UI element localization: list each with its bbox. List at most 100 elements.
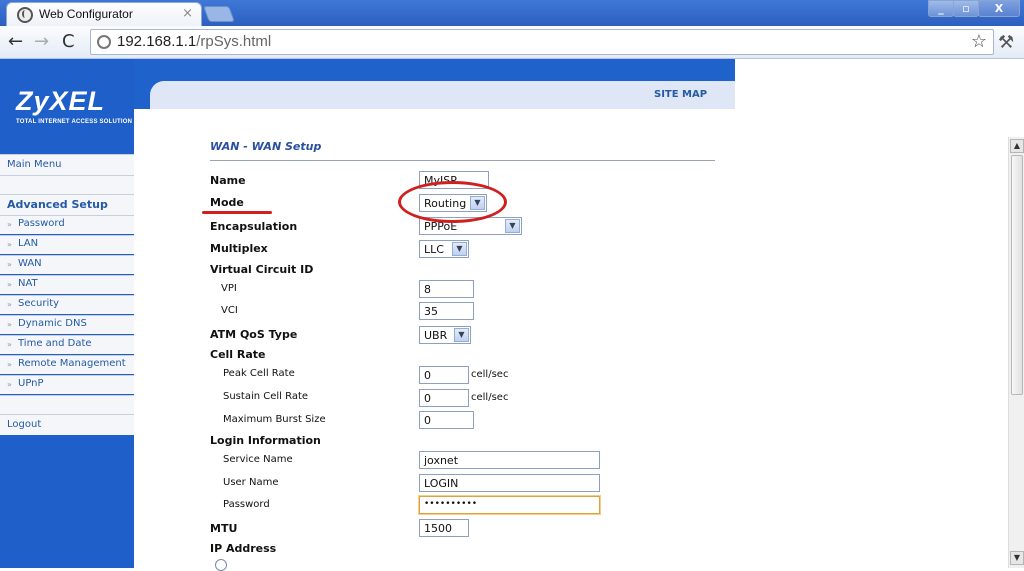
page-scrollbar[interactable]: ▲ ▼ <box>1008 137 1024 568</box>
annotation-underline <box>202 211 272 214</box>
sidebar-item-upnp[interactable]: » UPnP <box>0 375 134 394</box>
minimize-button[interactable]: _ <box>928 0 954 17</box>
reload-icon[interactable]: C <box>62 31 75 52</box>
mtu-label: MTU <box>210 522 238 535</box>
maximize-button[interactable]: ▫ <box>953 0 979 17</box>
wrench-icon[interactable]: ⚒ <box>998 32 1014 53</box>
sidebar-item-label: LAN <box>18 238 39 249</box>
password-field[interactable]: •••••••••• <box>419 496 600 514</box>
globe-icon <box>17 7 33 23</box>
peak-cell-rate-field[interactable]: 0 <box>419 366 469 384</box>
bullet-icon: » <box>7 340 12 349</box>
vpi-field[interactable]: 8 <box>419 280 474 298</box>
multiplex-value: LLC <box>424 243 444 256</box>
scroll-up-icon[interactable]: ▲ <box>1010 139 1024 153</box>
multiplex-select[interactable]: LLC ▼ <box>419 240 469 258</box>
header-inner <box>150 81 735 109</box>
sidebar-item-nat[interactable]: » NAT <box>0 275 134 294</box>
sustain-cell-rate-label: Sustain Cell Rate <box>223 391 309 402</box>
sidebar-item-remote-management[interactable]: » Remote Management <box>0 355 134 374</box>
atm-qos-value: UBR <box>424 329 448 342</box>
section-divider <box>210 160 715 161</box>
sidebar-item-time-and-date[interactable]: » Time and Date <box>0 335 134 354</box>
sidebar-item-label: Time and Date <box>18 338 92 349</box>
vci-field[interactable]: 35 <box>419 302 474 320</box>
sidebar-item-label: Password <box>18 218 65 229</box>
sidebar-advanced-setup[interactable]: Advanced Setup <box>0 194 134 215</box>
chevron-down-icon: ▼ <box>454 328 469 342</box>
annotation-ellipse <box>398 181 507 223</box>
page-info-icon[interactable] <box>97 35 111 49</box>
back-icon[interactable]: ← <box>8 31 23 52</box>
ip-address-radio[interactable] <box>215 559 227 571</box>
site-map-link[interactable]: SITE MAP <box>654 89 707 100</box>
sidebar-item-label: Security <box>18 298 60 309</box>
address-bar[interactable]: 192.168.1.1/rpSys.html ☆ <box>90 29 994 55</box>
sidebar-item-label: Dynamic DNS <box>18 318 87 329</box>
sidebar-item-wan[interactable]: » WAN <box>0 255 134 274</box>
sidebar-item-label: NAT <box>18 278 38 289</box>
sidebar-item-dynamic-dns[interactable]: » Dynamic DNS <box>0 315 134 334</box>
encapsulation-label: Encapsulation <box>210 220 298 233</box>
section-title: WAN - WAN Setup <box>210 140 322 153</box>
sidebar-divider <box>0 395 134 414</box>
zyxel-logo: ZyXEL TOTAL INTERNET ACCESS SOLUTION <box>0 59 134 131</box>
max-burst-size-field[interactable]: 0 <box>419 411 474 429</box>
bullet-icon: » <box>7 320 12 329</box>
brand-tagline: TOTAL INTERNET ACCESS SOLUTION <box>16 119 133 125</box>
sidebar-item-label: Remote Management <box>18 358 126 369</box>
sidebar-item-label: UPnP <box>18 378 44 389</box>
sidebar-item-password[interactable]: » Password <box>0 215 134 234</box>
bookmark-star-icon[interactable]: ☆ <box>971 31 987 52</box>
user-name-label: User Name <box>223 477 279 488</box>
sidebar-main-menu[interactable]: Main Menu <box>0 154 134 175</box>
tab-close-icon[interactable]: × <box>182 6 193 21</box>
close-window-button[interactable]: X <box>978 0 1020 17</box>
sidebar-logout[interactable]: Logout <box>0 414 134 435</box>
ip-address-label: IP Address <box>210 542 277 555</box>
atm-qos-select[interactable]: UBR ▼ <box>419 326 471 344</box>
cell-rate-label: Cell Rate <box>210 348 266 361</box>
virtual-circuit-label: Virtual Circuit ID <box>210 263 314 276</box>
bullet-icon: » <box>7 260 12 269</box>
bullet-icon: » <box>7 280 12 289</box>
mode-label: Mode <box>210 196 244 209</box>
bullet-icon: » <box>7 240 12 249</box>
brand-name: ZyXEL <box>16 86 106 116</box>
multiplex-label: Multiplex <box>210 242 268 255</box>
sidebar-item-lan[interactable]: » LAN <box>0 235 134 254</box>
service-name-field[interactable]: joxnet <box>419 451 600 469</box>
bullet-icon: » <box>7 220 12 229</box>
chevron-down-icon: ▼ <box>505 219 520 233</box>
forward-icon[interactable]: → <box>34 31 49 52</box>
url-path: /rpSys.html <box>196 33 272 50</box>
password-label: Password <box>223 499 270 510</box>
url-text[interactable]: 192.168.1.1/rpSys.html <box>117 33 271 50</box>
atm-qos-label: ATM QoS Type <box>210 328 298 341</box>
chevron-down-icon: ▼ <box>452 242 467 256</box>
max-burst-size-label: Maximum Burst Size <box>223 414 326 425</box>
sidebar-item-security[interactable]: » Security <box>0 295 134 314</box>
sidebar: ZyXEL TOTAL INTERNET ACCESS SOLUTION Mai… <box>0 59 134 568</box>
new-tab-button[interactable] <box>203 6 235 22</box>
sustain-cell-rate-field[interactable]: 0 <box>419 389 469 407</box>
name-label: Name <box>210 174 246 187</box>
browser-toolbar: ← → C 192.168.1.1/rpSys.html ☆ ⚒ <box>0 26 1024 59</box>
vpi-label: VPI <box>221 283 237 294</box>
sidebar-item-label: WAN <box>18 258 42 269</box>
peak-cell-rate-label: Peak Cell Rate <box>223 368 295 379</box>
scroll-down-icon[interactable]: ▼ <box>1010 551 1024 565</box>
scroll-thumb[interactable] <box>1011 155 1023 395</box>
url-host: 192.168.1.1 <box>117 33 197 50</box>
login-info-label: Login Information <box>210 434 321 447</box>
tab-title: Web Configurator <box>39 7 133 21</box>
sustain-unit-label: cell/sec <box>471 392 509 403</box>
peak-unit-label: cell/sec <box>471 369 509 380</box>
vci-label: VCI <box>221 305 238 316</box>
service-name-label: Service Name <box>223 454 293 465</box>
title-bar: Web Configurator × _ ▫ X <box>0 0 1024 26</box>
bullet-icon: » <box>7 380 12 389</box>
browser-tab[interactable]: Web Configurator × <box>6 2 202 26</box>
user-name-field[interactable]: LOGIN <box>419 474 600 492</box>
mtu-field[interactable]: 1500 <box>419 519 469 537</box>
